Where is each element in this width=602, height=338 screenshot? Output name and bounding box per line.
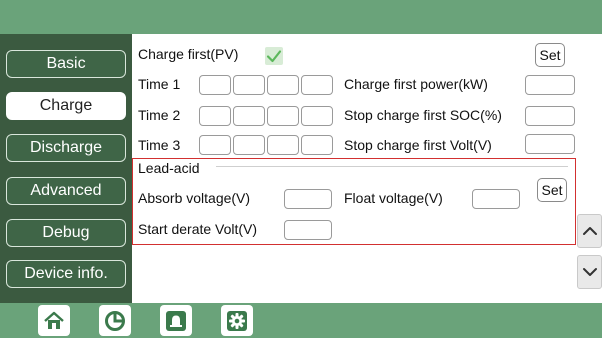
charge-first-power-label: Charge first power(kW): [344, 76, 488, 92]
time2-start-minute-input[interactable]: [233, 106, 265, 126]
float-voltage-input[interactable]: [472, 189, 520, 209]
chevron-up-icon: [582, 227, 597, 235]
sidebar-item-basic[interactable]: Basic: [6, 50, 126, 78]
top-bar: [0, 0, 602, 34]
settings-button[interactable]: [221, 305, 253, 336]
time1-end-minute-input[interactable]: [301, 75, 333, 95]
time1-start-hour-input[interactable]: [199, 75, 231, 95]
time1-label: Time 1: [138, 76, 181, 92]
scroll-up-button[interactable]: [577, 214, 602, 248]
statistics-button[interactable]: [99, 305, 131, 336]
sidebar: Basic Charge Discharge Advanced Debug De…: [0, 34, 132, 303]
time2-start-hour-input[interactable]: [199, 106, 231, 126]
stop-charge-volt-label: Stop charge first Volt(V): [344, 137, 492, 153]
charge-first-pv-label: Charge first(PV): [138, 46, 239, 62]
charge-set-button[interactable]: Set: [535, 43, 565, 67]
alarm-bell-icon: [166, 310, 186, 331]
stop-charge-soc-label: Stop charge first SOC(%): [344, 107, 502, 123]
float-voltage-label: Float voltage(V): [344, 190, 443, 206]
start-derate-volt-input[interactable]: [284, 220, 332, 240]
time3-end-hour-input[interactable]: [267, 135, 299, 155]
time3-label: Time 3: [138, 137, 181, 153]
home-button[interactable]: [38, 305, 70, 336]
lead-acid-set-button[interactable]: Set: [537, 178, 567, 202]
stop-charge-volt-input[interactable]: [525, 134, 575, 154]
sidebar-item-debug[interactable]: Debug: [6, 219, 126, 247]
time2-end-minute-input[interactable]: [301, 106, 333, 126]
absorb-voltage-input[interactable]: [284, 189, 332, 209]
settings-gear-icon: [227, 310, 247, 331]
bottom-nav-bar: [0, 303, 602, 338]
time1-end-hour-input[interactable]: [267, 75, 299, 95]
charge-settings-panel: Charge first(PV) Set Time 1 Charge first…: [132, 34, 578, 303]
time3-start-hour-input[interactable]: [199, 135, 231, 155]
time2-label: Time 2: [138, 107, 181, 123]
lead-acid-title: Lead-acid: [138, 160, 200, 176]
stop-charge-soc-input[interactable]: [525, 106, 575, 126]
scroll-down-button[interactable]: [577, 255, 602, 289]
time1-start-minute-input[interactable]: [233, 75, 265, 95]
time3-start-minute-input[interactable]: [233, 135, 265, 155]
time2-end-hour-input[interactable]: [267, 106, 299, 126]
chevron-down-icon: [582, 268, 597, 276]
home-icon: [44, 311, 64, 329]
charge-first-power-input[interactable]: [525, 75, 575, 95]
start-derate-volt-label: Start derate Volt(V): [138, 221, 258, 237]
sidebar-item-device-info[interactable]: Device info.: [6, 260, 126, 288]
checkmark-icon: [266, 50, 282, 63]
sidebar-item-advanced[interactable]: Advanced: [6, 177, 126, 205]
sidebar-item-discharge[interactable]: Discharge: [6, 134, 126, 162]
chart-icon: [105, 310, 125, 331]
absorb-voltage-label: Absorb voltage(V): [138, 190, 251, 206]
time3-end-minute-input[interactable]: [301, 135, 333, 155]
alarm-button[interactable]: [160, 305, 192, 336]
charge-first-pv-checkbox[interactable]: [265, 47, 283, 65]
lead-acid-group-divider: [216, 166, 568, 167]
sidebar-item-charge[interactable]: Charge: [6, 92, 126, 120]
